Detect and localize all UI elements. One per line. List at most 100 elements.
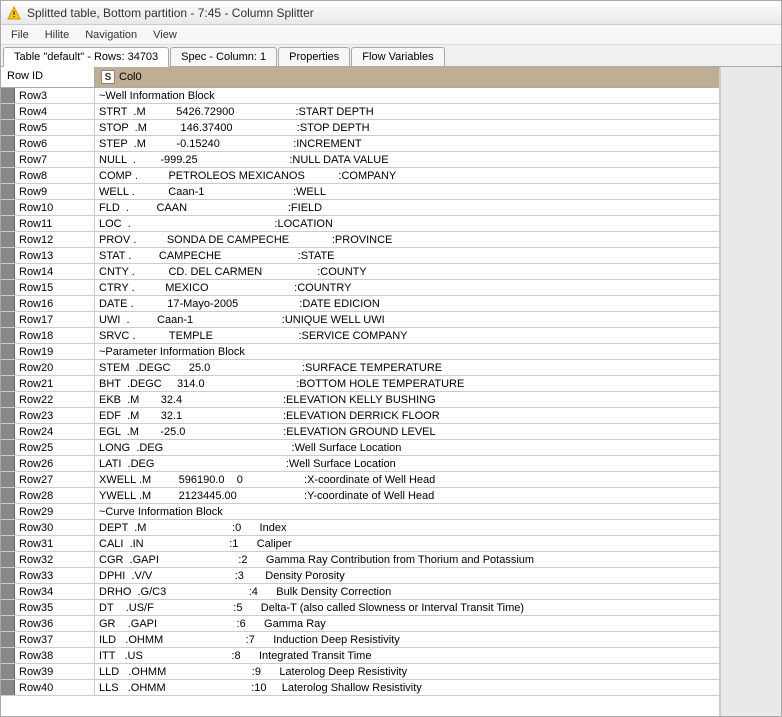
col0-cell: FLD . CAAN :FIELD (95, 200, 719, 215)
row-id-cell: Row25 (15, 440, 95, 455)
right-gutter (721, 67, 781, 716)
table-row[interactable]: Row12PROV . SONDA DE CAMPECHE :PROVINCE (1, 232, 719, 248)
menu-hilite[interactable]: Hilite (37, 27, 77, 43)
col0-cell: ITT .US :8 Integrated Transit Time (95, 648, 719, 663)
row-gutter (1, 392, 15, 407)
row-id-cell: Row30 (15, 520, 95, 535)
header-rowid[interactable]: Row ID (1, 67, 95, 87)
tab-table-default[interactable]: Table "default" - Rows: 34703 (3, 47, 169, 67)
table-row[interactable]: Row10FLD . CAAN :FIELD (1, 200, 719, 216)
row-gutter (1, 152, 15, 167)
table-row[interactable]: Row19~Parameter Information Block (1, 344, 719, 360)
row-gutter (1, 504, 15, 519)
col0-cell: XWELL .M 596190.0 0 :X-coordinate of Wel… (95, 472, 719, 487)
row-gutter (1, 88, 15, 103)
table-row[interactable]: Row27XWELL .M 596190.0 0 :X-coordinate o… (1, 472, 719, 488)
table-row[interactable]: Row33DPHI .V/V :3 Density Porosity (1, 568, 719, 584)
table-row[interactable]: Row17UWI . Caan-1 :UNIQUE WELL UWI (1, 312, 719, 328)
row-gutter (1, 264, 15, 279)
row-gutter (1, 488, 15, 503)
row-gutter (1, 120, 15, 135)
table-row[interactable]: Row30DEPT .M :0 Index (1, 520, 719, 536)
table-row[interactable]: Row29~Curve Information Block (1, 504, 719, 520)
table-row[interactable]: Row22EKB .M 32.4 :ELEVATION KELLY BUSHIN… (1, 392, 719, 408)
row-gutter (1, 456, 15, 471)
row-id-cell: Row5 (15, 120, 95, 135)
table-row[interactable]: Row32CGR .GAPI :2 Gamma Ray Contribution… (1, 552, 719, 568)
col0-cell: BHT .DEGC 314.0 :BOTTOM HOLE TEMPERATURE (95, 376, 719, 391)
row-id-cell: Row38 (15, 648, 95, 663)
table-row[interactable]: Row3~Well Information Block (1, 88, 719, 104)
col0-cell: EKB .M 32.4 :ELEVATION KELLY BUSHING (95, 392, 719, 407)
row-id-cell: Row12 (15, 232, 95, 247)
titlebar: Splitted table, Bottom partition - 7:45 … (1, 1, 781, 25)
table-row[interactable]: Row31CALI .IN :1 Caliper (1, 536, 719, 552)
table-row[interactable]: Row11LOC . :LOCATION (1, 216, 719, 232)
table-row[interactable]: Row28YWELL .M 2123445.00 :Y-coordinate o… (1, 488, 719, 504)
table-row[interactable]: Row37ILD .OHMM :7 Induction Deep Resisti… (1, 632, 719, 648)
row-gutter (1, 200, 15, 215)
table-row[interactable]: Row16DATE . 17-Mayo-2005 :DATE EDICION (1, 296, 719, 312)
row-gutter (1, 280, 15, 295)
table-row[interactable]: Row8COMP . PETROLEOS MEXICANOS :COMPANY (1, 168, 719, 184)
menu-file[interactable]: File (3, 27, 37, 43)
menu-navigation[interactable]: Navigation (77, 27, 145, 43)
table-row[interactable]: Row24EGL .M -25.0 :ELEVATION GROUND LEVE… (1, 424, 719, 440)
table-row[interactable]: Row6STEP .M -0.15240 :INCREMENT (1, 136, 719, 152)
row-id-cell: Row9 (15, 184, 95, 199)
row-gutter (1, 632, 15, 647)
table-row[interactable]: Row35DT .US/F :5 Delta-T (also called Sl… (1, 600, 719, 616)
table-row[interactable]: Row18SRVC . TEMPLE :SERVICE COMPANY (1, 328, 719, 344)
row-id-cell: Row14 (15, 264, 95, 279)
table-row[interactable]: Row25LONG .DEG :Well Surface Location (1, 440, 719, 456)
tab-flow-variables[interactable]: Flow Variables (351, 47, 444, 66)
col0-cell: DATE . 17-Mayo-2005 :DATE EDICION (95, 296, 719, 311)
table-row[interactable]: Row34DRHO .G/C3 :4 Bulk Density Correcti… (1, 584, 719, 600)
header-col0[interactable]: S Col0 (95, 67, 719, 87)
table-row[interactable]: Row40LLS .OHMM :10 Laterolog Shallow Res… (1, 680, 719, 696)
table-row[interactable]: Row13STAT . CAMPECHE :STATE (1, 248, 719, 264)
menu-view[interactable]: View (145, 27, 185, 43)
row-id-cell: Row27 (15, 472, 95, 487)
col0-cell: STOP .M 146.37400 :STOP DEPTH (95, 120, 719, 135)
table-row[interactable]: Row4STRT .M 5426.72900 :START DEPTH (1, 104, 719, 120)
tab-spec-column[interactable]: Spec - Column: 1 (170, 47, 277, 66)
table-row[interactable]: Row14CNTY . CD. DEL CARMEN :COUNTY (1, 264, 719, 280)
tab-properties[interactable]: Properties (278, 47, 350, 66)
col0-cell: LLS .OHMM :10 Laterolog Shallow Resistiv… (95, 680, 719, 695)
table-row[interactable]: Row15CTRY . MEXICO :COUNTRY (1, 280, 719, 296)
row-gutter (1, 536, 15, 551)
row-gutter (1, 184, 15, 199)
row-id-cell: Row39 (15, 664, 95, 679)
data-body[interactable]: Row3~Well Information BlockRow4STRT .M 5… (1, 88, 719, 716)
tabbar: Table "default" - Rows: 34703 Spec - Col… (1, 45, 781, 67)
row-id-cell: Row6 (15, 136, 95, 151)
row-gutter (1, 552, 15, 567)
table-row[interactable]: Row20STEM .DEGC 25.0 :SURFACE TEMPERATUR… (1, 360, 719, 376)
table-row[interactable]: Row7NULL . -999.25 :NULL DATA VALUE (1, 152, 719, 168)
col0-cell: DT .US/F :5 Delta-T (also called Slownes… (95, 600, 719, 615)
row-id-cell: Row11 (15, 216, 95, 231)
row-id-cell: Row37 (15, 632, 95, 647)
row-gutter (1, 136, 15, 151)
row-id-cell: Row7 (15, 152, 95, 167)
table-row[interactable]: Row39LLD .OHMM :9 Laterolog Deep Resisti… (1, 664, 719, 680)
window-title: Splitted table, Bottom partition - 7:45 … (27, 6, 314, 20)
table-row[interactable]: Row26LATI .DEG :Well Surface Location (1, 456, 719, 472)
col0-cell: COMP . PETROLEOS MEXICANOS :COMPANY (95, 168, 719, 183)
table-row[interactable]: Row23EDF .M 32.1 :ELEVATION DERRICK FLOO… (1, 408, 719, 424)
col0-cell: LATI .DEG :Well Surface Location (95, 456, 719, 471)
table-row[interactable]: Row21BHT .DEGC 314.0 :BOTTOM HOLE TEMPER… (1, 376, 719, 392)
main-layout: Row ID S Col0 Row3~Well Information Bloc… (1, 67, 781, 716)
col0-cell: STEP .M -0.15240 :INCREMENT (95, 136, 719, 151)
table-row[interactable]: Row5STOP .M 146.37400 :STOP DEPTH (1, 120, 719, 136)
row-gutter (1, 312, 15, 327)
row-id-cell: Row10 (15, 200, 95, 215)
row-gutter (1, 648, 15, 663)
table-row[interactable]: Row38ITT .US :8 Integrated Transit Time (1, 648, 719, 664)
table-row[interactable]: Row9WELL . Caan-1 :WELL (1, 184, 719, 200)
row-id-cell: Row33 (15, 568, 95, 583)
row-id-cell: Row19 (15, 344, 95, 359)
header-col0-label: Col0 (119, 71, 142, 83)
table-row[interactable]: Row36GR .GAPI :6 Gamma Ray (1, 616, 719, 632)
